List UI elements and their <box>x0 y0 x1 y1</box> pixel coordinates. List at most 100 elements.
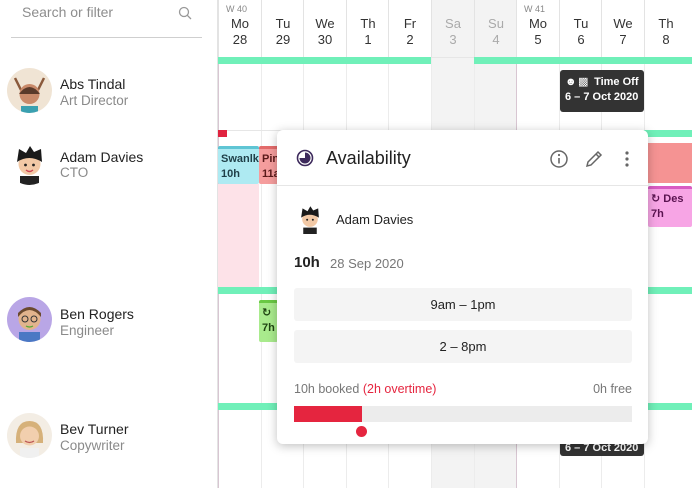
person-row-ben-rogers[interactable]: Ben Rogers Engineer <box>0 287 218 403</box>
day-number: 7 <box>619 32 627 47</box>
day-header[interactable]: Tu 6 <box>559 0 602 57</box>
popover-date: 28 Sep 2020 <box>330 256 404 271</box>
day-name: Tu <box>275 16 291 31</box>
week-number: W 41 <box>524 4 546 14</box>
avatar <box>7 413 52 458</box>
availability-strip <box>218 287 278 294</box>
availability-strip <box>644 287 692 294</box>
person-row-abs-tindal[interactable]: Abs Tindal Art Director <box>0 57 218 130</box>
capacity-marker <box>356 426 368 437</box>
day-header[interactable]: We 30 <box>303 0 346 57</box>
availability-strip <box>474 57 692 64</box>
day-header[interactable]: W 40 Mo 28 <box>218 0 261 57</box>
day-header[interactable]: We 7 <box>601 0 644 57</box>
popover-user: Adam Davies <box>294 202 413 239</box>
day-number: 30 <box>317 32 333 47</box>
search-icon[interactable] <box>178 6 192 20</box>
popover-hours: 10h <box>294 254 320 271</box>
day-column[interactable] <box>644 57 687 488</box>
week-number: W 40 <box>226 4 248 14</box>
day-header[interactable]: Su 4 <box>474 0 517 57</box>
search-box <box>11 0 202 38</box>
person-row-bev-turner[interactable]: Bev Turner Copywriter <box>0 403 218 488</box>
person-name: Bev Turner <box>60 421 129 437</box>
day-name: Th <box>360 16 376 31</box>
day-header[interactable]: Th 8 <box>644 0 687 57</box>
time-off-bar[interactable]: ☻▩ Time Off 6 – 7 Oct 2020 <box>560 70 644 112</box>
project-bar-ben[interactable]: ↻ 7h <box>259 300 278 342</box>
time-off-label: Time Off <box>594 76 639 88</box>
avatar <box>7 140 52 185</box>
person-name: Abs Tindal <box>60 76 126 92</box>
day-number: 3 <box>449 32 457 47</box>
project-hours: 7h <box>262 322 275 334</box>
info-icon[interactable] <box>548 148 570 170</box>
avatar <box>301 206 319 234</box>
project-bar-swanlake[interactable]: Swanlk 10h <box>218 146 259 184</box>
day-name: Sa <box>445 16 461 31</box>
repeat-icon: ↻ <box>651 193 661 205</box>
popover-title: Availability <box>326 148 411 168</box>
popover-header: Availability <box>277 130 648 186</box>
person-name: Ben Rogers <box>60 306 134 322</box>
person-role: Art Director <box>60 93 129 108</box>
day-number: 29 <box>275 32 291 47</box>
day-number: 2 <box>406 32 414 47</box>
day-header[interactable]: Th 1 <box>346 0 389 57</box>
capacity-bar <box>294 406 632 422</box>
people-icon: ☻ <box>565 76 577 88</box>
project-bar-design[interactable]: ↻ Des 7h <box>648 186 692 227</box>
day-number: 6 <box>577 32 585 47</box>
people-column: Abs Tindal Art Director Adam Davies CTO <box>0 0 218 488</box>
search-input[interactable] <box>22 4 182 20</box>
day-number: 1 <box>364 32 372 47</box>
more-options-icon[interactable] <box>616 148 638 170</box>
project-hours: 11a <box>262 168 280 180</box>
day-name: Su <box>488 16 504 31</box>
time-slot[interactable]: 9am – 1pm <box>294 288 632 321</box>
day-name: We <box>315 16 335 31</box>
day-name: Tu <box>573 16 589 31</box>
day-name: Fr <box>403 16 417 31</box>
day-name: Mo <box>528 16 548 31</box>
day-header[interactable]: Tu 29 <box>261 0 304 57</box>
edit-icon[interactable] <box>583 148 605 170</box>
availability-strip <box>218 403 278 410</box>
project-hours: 7h <box>651 208 664 220</box>
day-number: 5 <box>534 32 542 47</box>
overtime-hours: (2h overtime) <box>362 382 437 396</box>
popover-user-name: Adam Davies <box>336 212 414 227</box>
time-off-dates: 6 – 7 Oct 2020 <box>565 91 639 103</box>
day-number: 28 <box>232 32 248 47</box>
overtime-marker <box>218 130 227 137</box>
project-label: Swanlk <box>221 153 259 165</box>
availability-strip <box>218 57 431 64</box>
day-header[interactable]: Sa 3 <box>431 0 474 57</box>
availability-strip <box>644 130 692 137</box>
availability-icon <box>296 149 314 167</box>
person-row-adam-davies[interactable]: Adam Davies CTO <box>0 130 218 287</box>
overtime-background <box>218 184 259 287</box>
avatar <box>7 297 52 342</box>
booked-summary: 10h booked (2h overtime) <box>294 382 436 396</box>
day-header[interactable]: Fr 2 <box>388 0 431 57</box>
day-header[interactable]: W 41 Mo 5 <box>516 0 559 57</box>
person-role: Engineer <box>60 323 115 338</box>
time-slot[interactable]: 2 – 8pm <box>294 330 632 363</box>
capacity-bar-fill <box>294 406 362 422</box>
booked-hours: 10h booked <box>294 382 360 396</box>
calendar-icon: ▩ <box>578 76 589 88</box>
project-label: Pin <box>262 153 280 165</box>
person-role: Copywriter <box>60 438 125 453</box>
project-label: Des <box>663 193 684 205</box>
day-name: We <box>613 16 633 31</box>
day-number: 8 <box>662 32 670 47</box>
project-bar-thursday[interactable] <box>644 143 692 183</box>
person-name: Adam Davies <box>60 149 144 165</box>
day-name: Mo <box>230 16 250 31</box>
project-hours: 10h <box>221 168 240 180</box>
avatar <box>7 68 52 113</box>
availability-popover: Availability Adam Davies 10h 28 Sep 2020… <box>277 130 648 444</box>
availability-strip <box>644 403 692 410</box>
repeat-icon: ↻ <box>262 307 272 319</box>
